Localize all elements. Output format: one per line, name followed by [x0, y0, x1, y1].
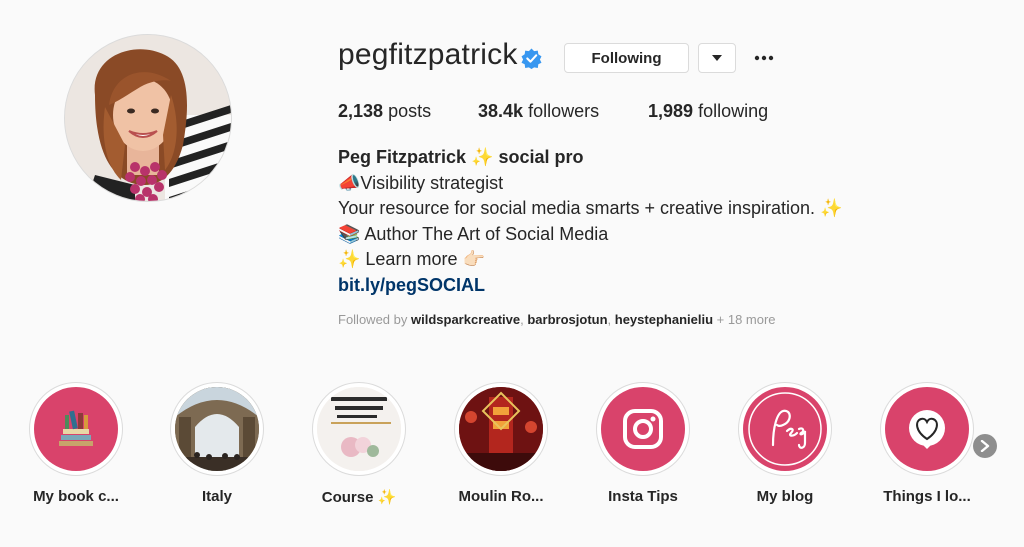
- followed-by-user[interactable]: heystephanieliu: [615, 312, 713, 327]
- posts-label: posts: [388, 101, 432, 121]
- profile-bio: Peg Fitzpatrick ✨ social pro 📣Visibility…: [338, 145, 842, 298]
- verified-badge-icon: [521, 48, 542, 69]
- highlight-things-i-love[interactable]: Things I lo...: [872, 382, 982, 505]
- bio-line-2: Your resource for social media smarts + …: [338, 198, 843, 218]
- highlight-label: Moulin Ro...: [458, 488, 544, 505]
- chevron-right-icon: [980, 440, 990, 452]
- highlight-ring: [880, 382, 974, 476]
- highlight-my-book[interactable]: My book c...: [21, 382, 131, 505]
- highlight-course[interactable]: Course ✨: [304, 382, 414, 506]
- highlight-italy[interactable]: Italy: [162, 382, 272, 505]
- gallery-photo: [175, 387, 259, 471]
- highlight-ring: [738, 382, 832, 476]
- highlight-label: Things I lo...: [883, 488, 971, 505]
- followers-label: followers: [528, 101, 600, 121]
- highlight-label: My book c...: [33, 488, 119, 505]
- highlight-label: Italy: [201, 488, 232, 505]
- highlight-label: My blog: [756, 488, 814, 505]
- posts-count: 2,138: [338, 101, 384, 121]
- highlights-next-button[interactable]: [973, 434, 997, 458]
- instagram-icon: [601, 387, 685, 471]
- posts-stat: 2,138 posts: [338, 101, 431, 122]
- peg-script-icon: [743, 387, 827, 471]
- highlight-ring: [454, 382, 548, 476]
- bio-full-name: Peg Fitzpatrick ✨ social pro: [338, 147, 584, 167]
- moulin-rouge-photo: [459, 387, 543, 471]
- bio-line-3: 📚 Author The Art of Social Media: [338, 223, 609, 244]
- follow-options-button[interactable]: [698, 43, 736, 73]
- followed-by[interactable]: Followed by wildsparkcreative, barbrosjo…: [338, 312, 776, 327]
- pinterest-course-photo: [317, 387, 401, 471]
- following-button[interactable]: Following: [564, 43, 689, 73]
- followed-by-user[interactable]: wildsparkcreative: [411, 312, 520, 327]
- bio-link[interactable]: bit.ly/pegSOCIAL: [338, 275, 485, 295]
- heart-balloon-icon: [885, 387, 969, 471]
- following-count: 1,989: [648, 101, 694, 121]
- profile-avatar[interactable]: [64, 34, 232, 202]
- highlight-ring: [596, 382, 690, 476]
- followed-by-more[interactable]: + 18 more: [717, 312, 776, 327]
- followers-stat[interactable]: 38.4k followers: [478, 101, 599, 122]
- highlight-label: Course ✨: [321, 489, 397, 506]
- profile-username: pegfitzpatrick: [338, 38, 518, 71]
- following-stat[interactable]: 1,989 following: [648, 101, 768, 122]
- bio-line-1: 📣Visibility strategist: [338, 172, 504, 193]
- followers-count: 38.4k: [478, 101, 524, 121]
- highlight-label: Insta Tips: [608, 488, 678, 505]
- highlight-insta-tips[interactable]: Insta Tips: [588, 382, 698, 505]
- highlight-ring: [312, 382, 406, 476]
- followed-by-prefix: Followed by: [338, 312, 408, 327]
- profile-page: pegfitzpatrick Following 2,138 posts 38.…: [0, 0, 1024, 547]
- highlight-ring: [170, 382, 264, 476]
- highlight-moulin-rouge[interactable]: Moulin Ro...: [446, 382, 556, 505]
- ellipsis-icon[interactable]: [754, 50, 774, 66]
- books-icon: [34, 387, 118, 471]
- bio-line-4: ✨ Learn more 👉🏻: [338, 249, 485, 269]
- highlight-my-blog[interactable]: My blog: [730, 382, 840, 505]
- caret-down-icon: [712, 55, 722, 61]
- followed-by-separator: ,: [607, 312, 615, 327]
- avatar-photo: [65, 35, 231, 201]
- highlight-ring: [29, 382, 123, 476]
- followed-by-user[interactable]: barbrosjotun: [527, 312, 607, 327]
- following-label: following: [698, 101, 769, 121]
